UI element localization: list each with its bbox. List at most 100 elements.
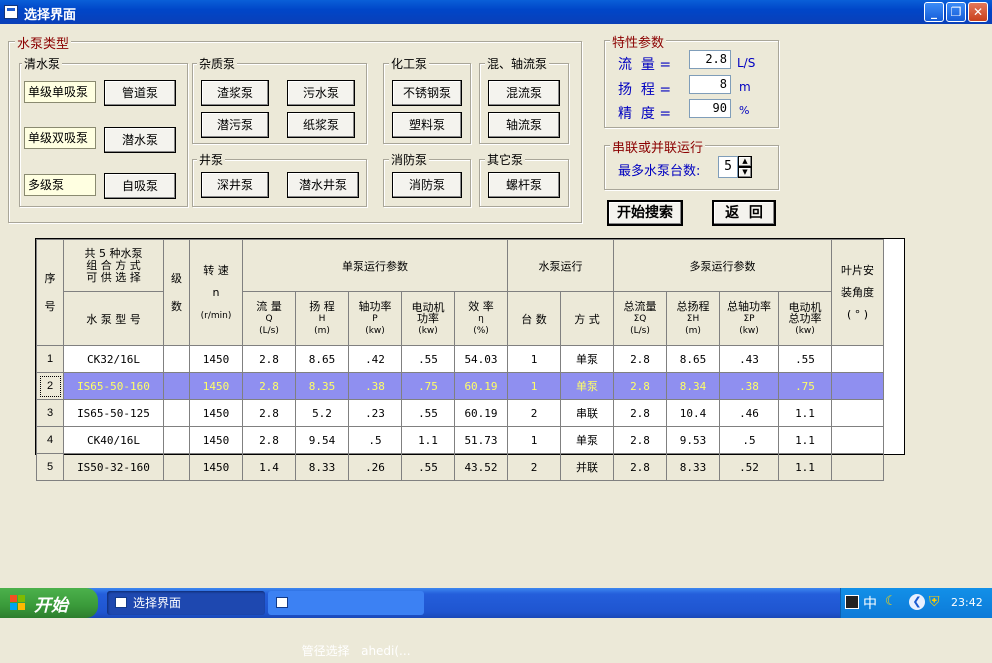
- cell-flow[interactable]: 1.4: [242, 453, 296, 481]
- start-search-button[interactable]: 开始搜索: [607, 200, 683, 226]
- sewage-pump-button[interactable]: 污水泵: [287, 80, 355, 106]
- table-row[interactable]: 1 CK32/16L 1450 2.8 8.65.42.55 54.03 1 单泵 2.8 8.6…: [36, 345, 884, 373]
- cell-flow[interactable]: 2.8: [242, 426, 296, 454]
- cell-count[interactable]: 1: [507, 345, 561, 373]
- cell-total-head[interactable]: 8.34: [666, 372, 720, 400]
- cell-stage[interactable]: [163, 345, 190, 373]
- slurry-pump-button[interactable]: 渣浆泵: [201, 80, 269, 106]
- cell-blade-angle[interactable]: [831, 372, 884, 400]
- deep-well-pump-button[interactable]: 深井泵: [201, 172, 269, 198]
- cell-count[interactable]: 1: [507, 426, 561, 454]
- cell-efficiency[interactable]: 51.73: [454, 426, 508, 454]
- cell-total-flow[interactable]: 2.8: [613, 372, 667, 400]
- cell-speed[interactable]: 1450: [189, 453, 243, 481]
- pulp-pump-button[interactable]: 纸浆泵: [287, 112, 355, 138]
- cell-efficiency[interactable]: 43.52: [454, 453, 508, 481]
- cell-efficiency[interactable]: 60.19: [454, 372, 508, 400]
- cell-stage[interactable]: [163, 426, 190, 454]
- cell-count[interactable]: 1: [507, 372, 561, 400]
- cell-stage[interactable]: [163, 372, 190, 400]
- title-bar[interactable]: 选择界面 _ ❐ ✕: [0, 0, 992, 24]
- submersible-sewage-pump-button[interactable]: 潜污泵: [201, 112, 269, 138]
- cell-motor-power[interactable]: 1.1: [401, 426, 455, 454]
- cell-total-flow[interactable]: 2.8: [613, 426, 667, 454]
- stainless-pump-button[interactable]: 不锈钢泵: [392, 80, 462, 106]
- single-stage-double-suction-item[interactable]: 单级双吸泵: [24, 127, 96, 149]
- cell-efficiency[interactable]: 54.03: [454, 345, 508, 373]
- cell-seq[interactable]: 2: [36, 372, 64, 400]
- cell-blade-angle[interactable]: [831, 399, 884, 427]
- table-row[interactable]: 2 IS65-50-160 1450 2.8 8.35.38.75 60.19 1 单泵 2.8…: [36, 372, 884, 400]
- cell-total-head[interactable]: 9.53: [666, 426, 720, 454]
- cell-head[interactable]: 5.2: [295, 399, 349, 427]
- cell-model[interactable]: CK40/16L: [63, 426, 164, 454]
- cell-head[interactable]: 8.33: [295, 453, 349, 481]
- axial-flow-pump-button[interactable]: 轴流泵: [488, 112, 560, 138]
- back-button[interactable]: 返 回: [712, 200, 776, 226]
- max-pumps-input[interactable]: 5: [718, 156, 738, 178]
- cell-total-motor-power[interactable]: 1.1: [778, 453, 832, 481]
- cell-shaft-power[interactable]: .23: [348, 399, 402, 427]
- multistage-item[interactable]: 多级泵: [24, 174, 96, 196]
- cell-motor-power[interactable]: .75: [401, 372, 455, 400]
- flow-input[interactable]: 2.8: [689, 50, 731, 69]
- cell-seq[interactable]: 3: [36, 399, 64, 427]
- mixed-flow-pump-button[interactable]: 混流泵: [488, 80, 560, 106]
- cell-model[interactable]: IS50-32-160: [63, 453, 164, 481]
- cell-total-head[interactable]: 8.65: [666, 345, 720, 373]
- cell-count[interactable]: 2: [507, 399, 561, 427]
- cell-shaft-power[interactable]: .26: [348, 453, 402, 481]
- cell-total-flow[interactable]: 2.8: [613, 345, 667, 373]
- cell-stage[interactable]: [163, 399, 190, 427]
- precision-input[interactable]: 90: [689, 99, 731, 118]
- cell-head[interactable]: 8.65: [295, 345, 349, 373]
- cell-shaft-power[interactable]: .5: [348, 426, 402, 454]
- cell-motor-power[interactable]: .55: [401, 399, 455, 427]
- cell-shaft-power[interactable]: .38: [348, 372, 402, 400]
- cell-speed[interactable]: 1450: [189, 399, 243, 427]
- cell-speed[interactable]: 1450: [189, 345, 243, 373]
- cell-speed[interactable]: 1450: [189, 372, 243, 400]
- cell-mode[interactable]: 并联: [560, 453, 614, 481]
- cell-blade-angle[interactable]: [831, 453, 884, 481]
- spin-up-icon[interactable]: ▲: [738, 156, 752, 167]
- spin-down-icon[interactable]: ▼: [738, 167, 752, 178]
- cell-model[interactable]: CK32/16L: [63, 345, 164, 373]
- close-button[interactable]: ✕: [968, 2, 988, 22]
- cell-efficiency[interactable]: 60.19: [454, 399, 508, 427]
- fire-pump-button[interactable]: 消防泵: [392, 172, 462, 198]
- cell-stage[interactable]: [163, 453, 190, 481]
- cell-flow[interactable]: 2.8: [242, 345, 296, 373]
- cell-count[interactable]: 2: [507, 453, 561, 481]
- shield-icon[interactable]: ⛨: [929, 594, 940, 610]
- cell-blade-angle[interactable]: [831, 426, 884, 454]
- cell-motor-power[interactable]: .55: [401, 453, 455, 481]
- head-input[interactable]: 8: [689, 75, 731, 94]
- cell-total-shaft-power[interactable]: .43: [719, 345, 779, 373]
- plastic-pump-button[interactable]: 塑料泵: [392, 112, 462, 138]
- table-row[interactable]: 5 IS50-32-160 1450 1.4 8.33.26.55 43.52 2 并联 2.8…: [36, 453, 884, 481]
- cell-total-motor-power[interactable]: 1.1: [778, 426, 832, 454]
- pipeline-pump-button[interactable]: 管道泵: [104, 80, 176, 106]
- cell-head[interactable]: 8.35: [295, 372, 349, 400]
- cell-flow[interactable]: 2.8: [242, 372, 296, 400]
- cell-seq[interactable]: 4: [36, 426, 64, 454]
- screw-pump-button[interactable]: 螺杆泵: [488, 172, 560, 198]
- self-priming-pump-button[interactable]: 自吸泵: [104, 173, 176, 199]
- cell-shaft-power[interactable]: .42: [348, 345, 402, 373]
- cell-total-motor-power[interactable]: .75: [778, 372, 832, 400]
- cell-total-motor-power[interactable]: .55: [778, 345, 832, 373]
- keyboard-icon[interactable]: [845, 595, 859, 609]
- single-stage-single-suction-item[interactable]: 单级单吸泵: [24, 81, 96, 103]
- table-row[interactable]: 3 IS65-50-125 1450 2.8 5.2.23.55 60.19 2 串联 2.8 1…: [36, 399, 884, 427]
- cell-total-shaft-power[interactable]: .46: [719, 399, 779, 427]
- table-row[interactable]: 4 CK40/16L 1450 2.8 9.54.5 1.1 51.73 1 单泵 2.8 9.53…: [36, 426, 884, 454]
- cell-speed[interactable]: 1450: [189, 426, 243, 454]
- cell-head[interactable]: 9.54: [295, 426, 349, 454]
- cell-seq[interactable]: 1: [36, 345, 64, 373]
- cell-flow[interactable]: 2.8: [242, 399, 296, 427]
- cell-total-flow[interactable]: 2.8: [613, 399, 667, 427]
- cell-blade-angle[interactable]: [831, 345, 884, 373]
- cell-total-motor-power[interactable]: 1.1: [778, 399, 832, 427]
- submersible-well-pump-button[interactable]: 潜水井泵: [287, 172, 359, 198]
